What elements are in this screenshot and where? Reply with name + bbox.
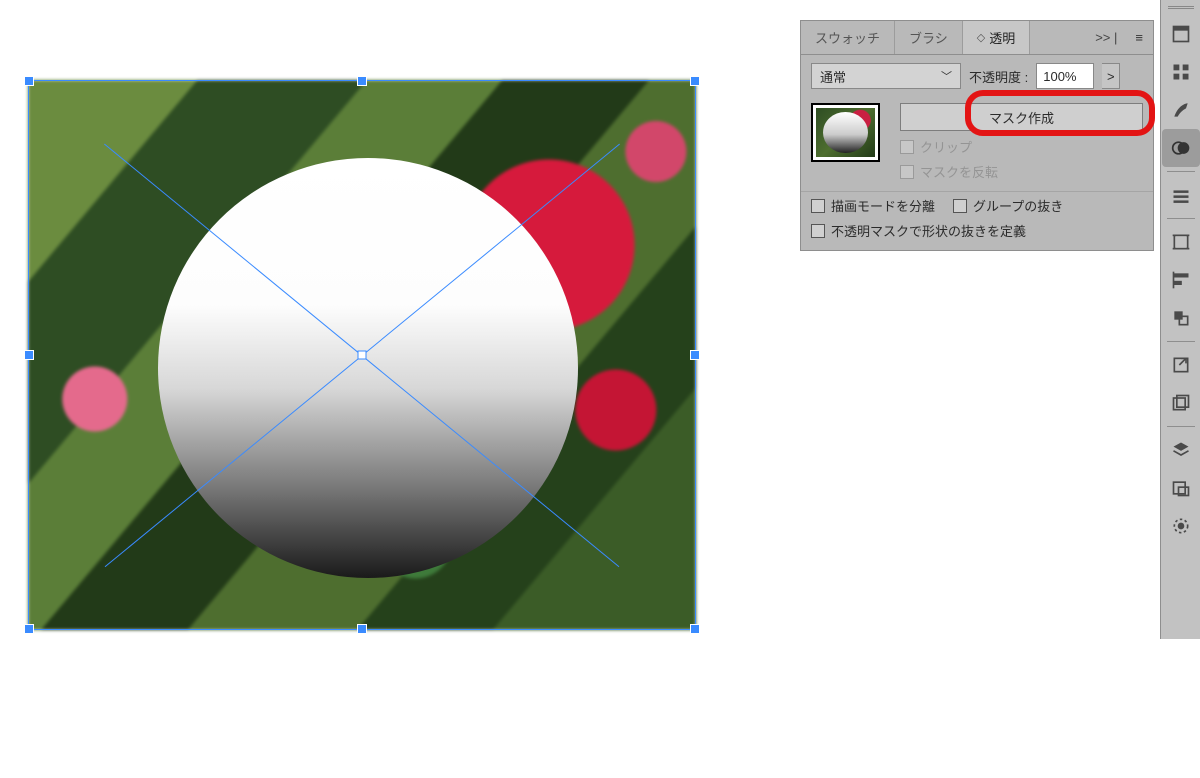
align-icon[interactable] — [1162, 261, 1200, 299]
dock-grip[interactable] — [1168, 6, 1194, 9]
tab-transparency[interactable]: ◇ 透明 — [963, 21, 1030, 54]
chevron-right-icon: > — [1107, 69, 1115, 84]
checkbox-icon[interactable] — [953, 199, 967, 213]
panel-tab-strip: スウォッチ ブラシ ◇ 透明 >> | ≡ — [801, 21, 1153, 55]
transparency-panel: スウォッチ ブラシ ◇ 透明 >> | ≡ 通常 ﹀ 不透明度 : 100% > — [800, 20, 1154, 251]
stroke-icon[interactable] — [1162, 176, 1200, 214]
tab-brushes[interactable]: ブラシ — [895, 21, 963, 54]
tab-label: ブラシ — [909, 28, 948, 47]
blend-mode-select[interactable]: 通常 ﹀ — [811, 63, 961, 89]
opacity-label: 不透明度 : — [969, 67, 1028, 86]
checkbox-icon — [900, 140, 914, 154]
artboards-icon[interactable] — [1162, 223, 1200, 261]
make-mask-button[interactable]: マスク作成 — [900, 103, 1143, 131]
transparency-icon[interactable] — [1162, 129, 1200, 167]
isolate-blending-label: 描画モードを分離 — [831, 196, 935, 215]
checkbox-icon[interactable] — [811, 199, 825, 213]
opacity-value: 100% — [1043, 69, 1076, 84]
canvas-area[interactable] — [28, 80, 696, 630]
tab-label: 透明 — [989, 28, 1015, 47]
artwork-thumbnail[interactable] — [811, 103, 880, 162]
tab-swatches[interactable]: スウォッチ — [801, 21, 895, 54]
gradient-ellipse[interactable] — [158, 158, 578, 578]
transform-icon[interactable] — [1162, 299, 1200, 337]
panel-menu-icon[interactable]: ≡ — [1125, 30, 1153, 45]
layers-icon[interactable] — [1162, 431, 1200, 469]
export-icon[interactable] — [1162, 346, 1200, 384]
opacity-input[interactable]: 100% — [1036, 63, 1094, 89]
tab-expand-icon: ◇ — [977, 31, 985, 44]
checkbox-icon — [900, 165, 914, 179]
knockout-group-label: グループの抜き — [973, 196, 1063, 215]
checkbox-icon[interactable] — [811, 224, 825, 238]
clip-checkbox: クリップ — [900, 137, 1143, 156]
panel-collapse-icon[interactable]: >> | — [1087, 30, 1125, 45]
appearance-icon[interactable] — [1162, 507, 1200, 545]
right-dock — [1160, 0, 1200, 639]
brushes-icon[interactable] — [1162, 91, 1200, 129]
make-mask-label: マスク作成 — [989, 108, 1054, 127]
asset-export-icon[interactable] — [1162, 469, 1200, 507]
tab-label: スウォッチ — [815, 28, 880, 47]
invert-mask-checkbox: マスクを反転 — [900, 162, 1143, 181]
chevron-down-icon: ﹀ — [941, 68, 952, 84]
swatches-icon[interactable] — [1162, 53, 1200, 91]
invert-mask-label: マスクを反転 — [920, 162, 998, 181]
opacity-mask-define-label: 不透明マスクで形状の抜きを定義 — [831, 221, 1026, 240]
libraries-icon[interactable] — [1162, 384, 1200, 422]
opacity-stepper[interactable]: > — [1102, 63, 1120, 89]
blend-mode-value: 通常 — [820, 67, 846, 86]
properties-icon[interactable] — [1162, 15, 1200, 53]
clip-label: クリップ — [920, 137, 972, 156]
